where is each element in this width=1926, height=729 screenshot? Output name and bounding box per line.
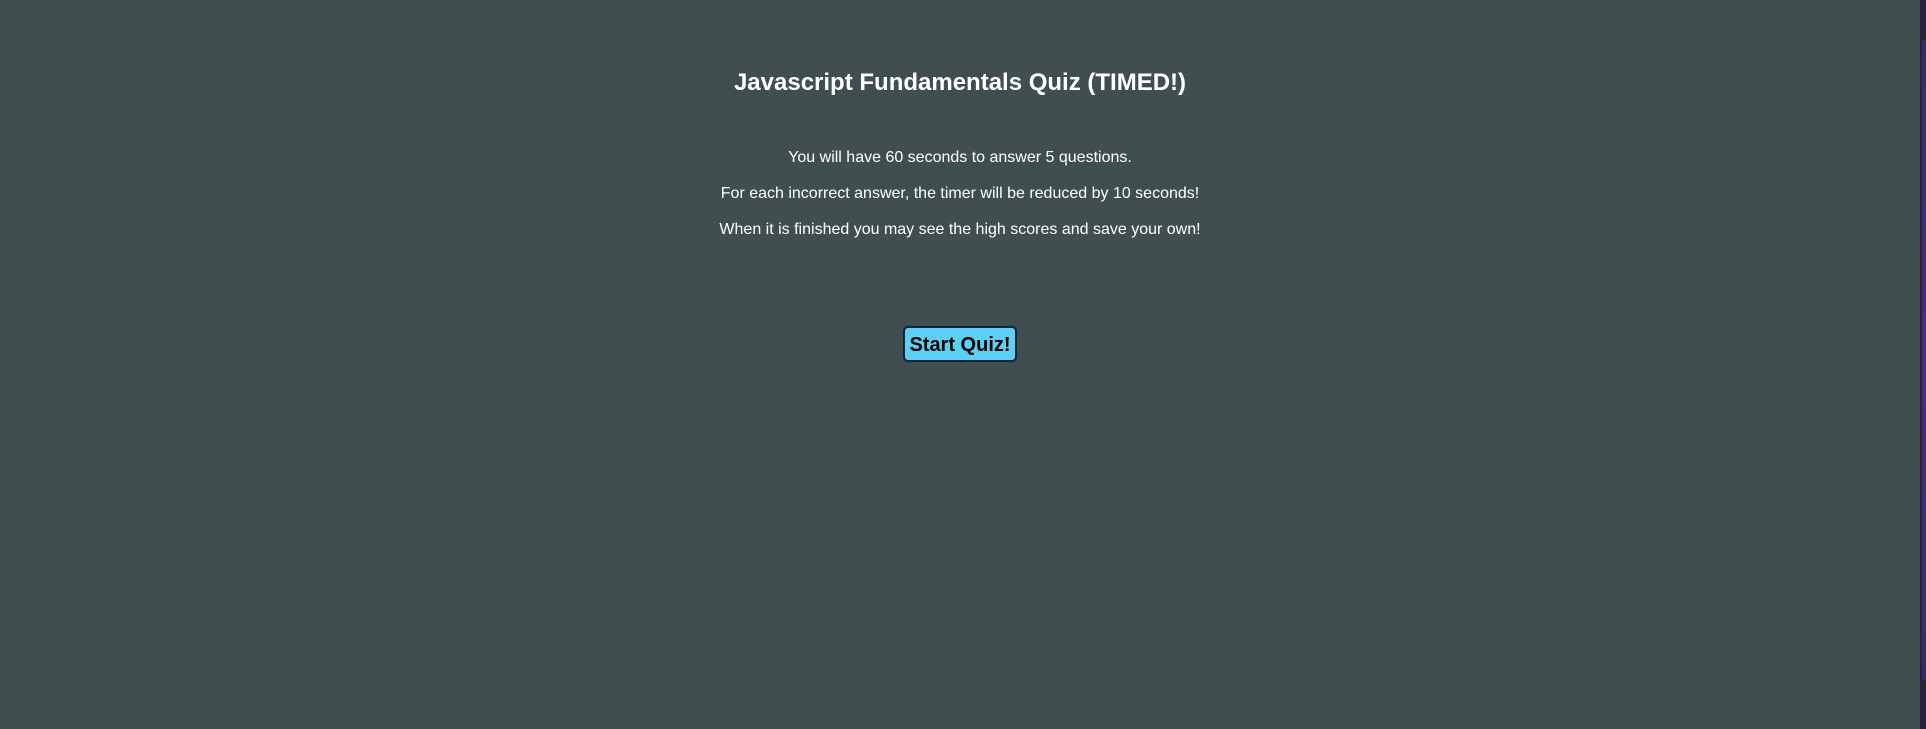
quiz-start-page: Javascript Fundamentals Quiz (TIMED!) Yo… [0, 0, 1920, 729]
start-quiz-button[interactable]: Start Quiz! [903, 326, 1017, 362]
page-title: Javascript Fundamentals Quiz (TIMED!) [733, 69, 1187, 97]
instruction-line-3: When it is finished you may see the high… [719, 221, 1201, 238]
instruction-line-1: You will have 60 seconds to answer 5 que… [788, 149, 1132, 166]
instruction-line-2: For each incorrect answer, the timer wil… [720, 185, 1200, 202]
quiz-instructions: You will have 60 seconds to answer 5 que… [0, 148, 1920, 256]
window-edge-strip [1920, 0, 1926, 729]
start-button-container: Start Quiz! [0, 326, 1920, 362]
